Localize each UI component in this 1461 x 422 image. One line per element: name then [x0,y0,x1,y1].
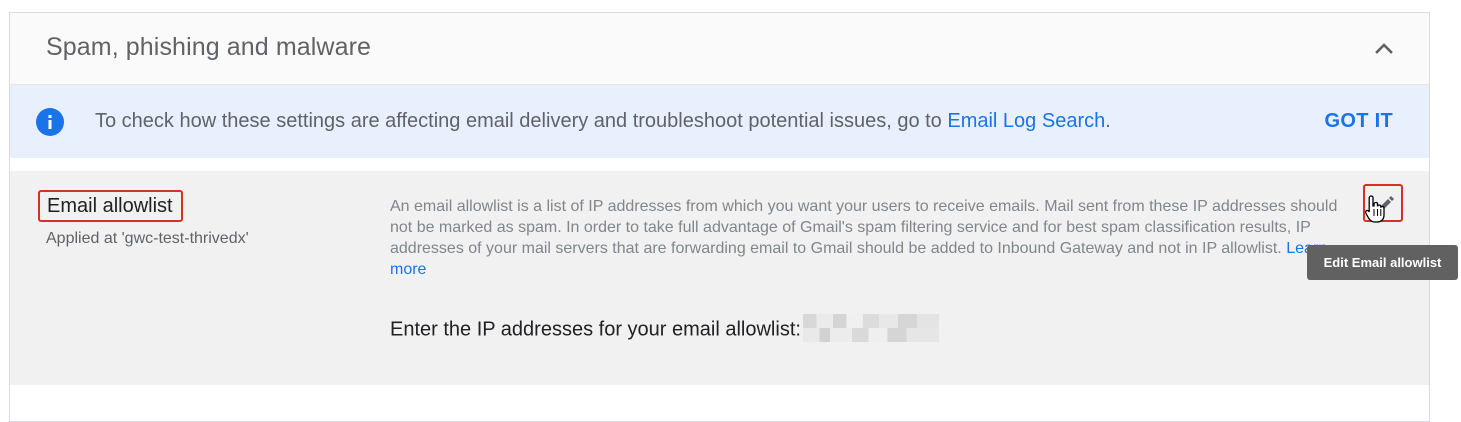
ip-label: Enter the IP addresses for your email al… [390,318,801,341]
email-allowlist-row[interactable]: Email allowlist Applied at 'gwc-test-thr… [10,171,1429,385]
spam-phishing-malware-card: Spam, phishing and malware To check how … [9,12,1430,422]
section-title: Spam, phishing and malware [46,33,371,61]
hand-cursor-icon [1364,194,1388,224]
setting-name: Email allowlist [38,190,183,222]
applied-at-label: Applied at 'gwc-test-thrivedx' [46,230,249,247]
got-it-button[interactable]: GOT IT [1325,110,1393,133]
setting-description: An email allowlist is a list of IP addre… [390,196,1340,280]
ip-value-redacted [802,314,939,342]
description-text: An email allowlist is a list of IP addre… [390,198,1338,257]
edit-tooltip: Edit Email allowlist [1307,245,1458,280]
banner-message: To check how these settings are affectin… [95,110,1111,133]
info-banner: To check how these settings are affectin… [10,85,1429,158]
email-log-search-link[interactable]: Email Log Search [947,110,1105,132]
section-header[interactable]: Spam, phishing and malware [10,13,1429,85]
banner-text-end: . [1105,110,1111,132]
ip-allowlist-field: Enter the IP addresses for your email al… [390,314,939,344]
info-icon [36,108,64,136]
banner-text: To check how these settings are affectin… [95,110,948,132]
chevron-up-icon[interactable] [1373,37,1395,59]
